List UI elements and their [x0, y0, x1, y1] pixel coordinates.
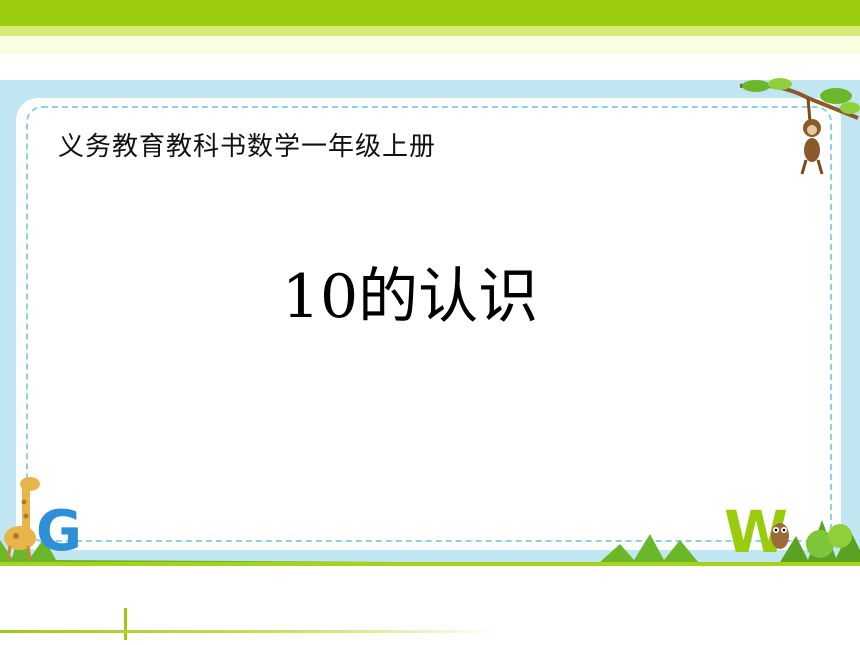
- footer-line: [0, 630, 500, 633]
- book-subtitle: 义务教育教科书数学一年级上册: [58, 132, 437, 162]
- top-band-pale: [0, 36, 860, 54]
- slide-title: 10的认识: [281, 262, 539, 332]
- monkey-icon: [739, 78, 860, 175]
- bottom-bar: [0, 562, 860, 566]
- footer-tick: [124, 608, 127, 640]
- giraffe-icon: G: [4, 477, 80, 562]
- letter-w-icon: W: [724, 498, 789, 562]
- top-band: [0, 0, 860, 26]
- top-band-light: [0, 26, 860, 36]
- letter-g-icon: G: [36, 499, 80, 562]
- slide: 义务教育教科书数学一年级上册 10的认识 G W: [0, 0, 860, 645]
- owl-icon: [771, 523, 789, 549]
